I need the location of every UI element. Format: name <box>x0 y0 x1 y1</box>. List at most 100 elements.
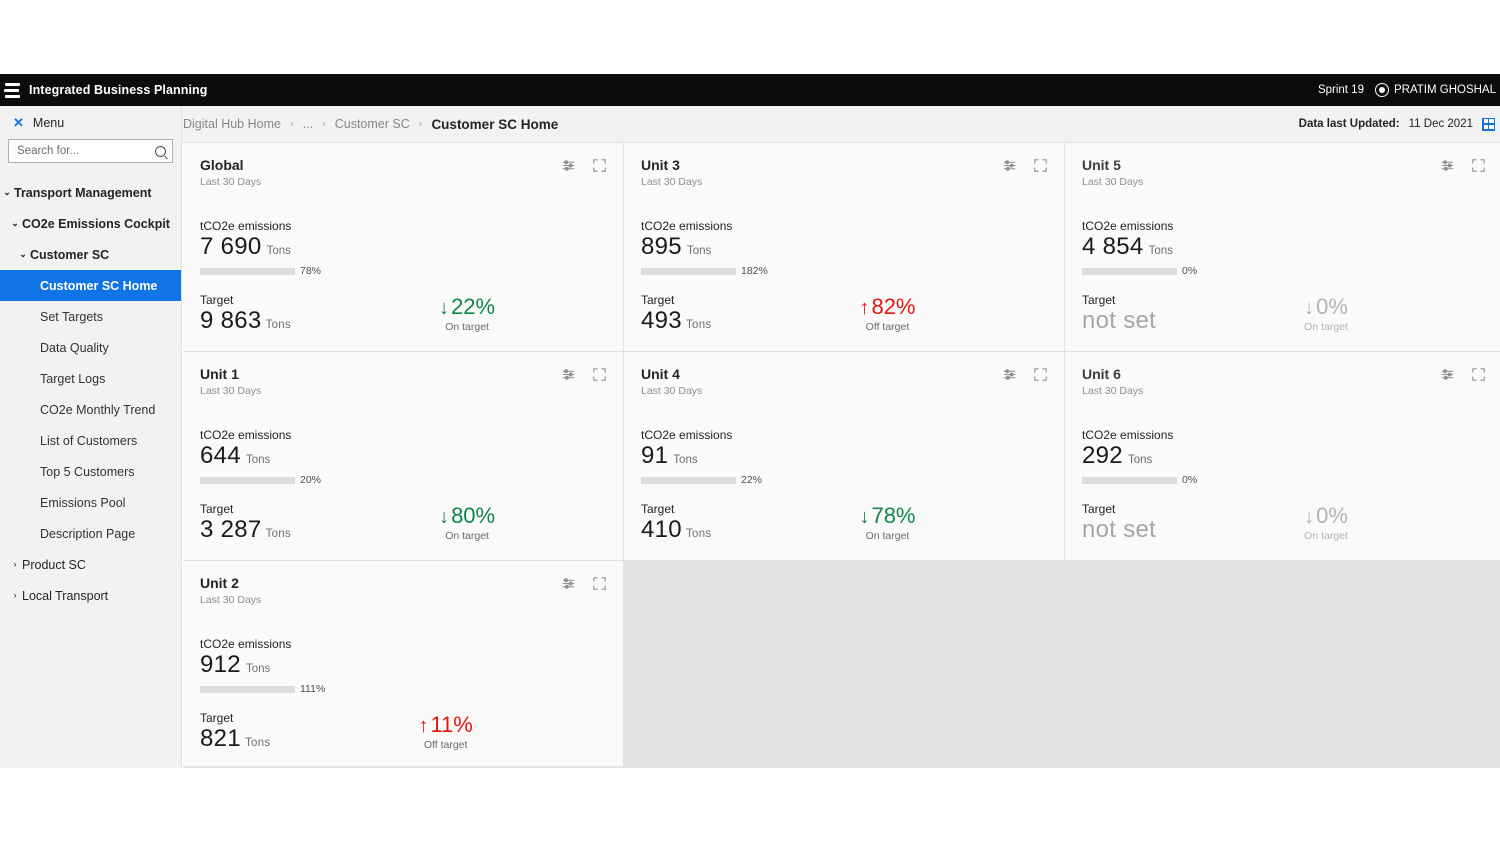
sidebar-item-customer-sc-home[interactable]: Customer SC Home <box>0 270 181 301</box>
target-number: 493 <box>641 307 682 334</box>
delta-value: ↑82% <box>859 295 915 319</box>
emissions-value-row: 4 854 Tons <box>1082 234 1485 260</box>
target-block: Targetnot set <box>1082 293 1156 334</box>
progress-percent: 0% <box>1182 474 1197 486</box>
metric-card-unit-5: Unit 5Last 30 DaystCO2e emissions4 854To… <box>1065 143 1500 351</box>
emissions-unit: Tons <box>1128 454 1152 466</box>
chevron-down-icon: ⌄ <box>16 250 30 259</box>
target-value: 3 287Tons <box>200 517 291 543</box>
target-row: Target410Tons ↓78%On target <box>641 502 1047 543</box>
sidebar-item-top-5-customers[interactable]: Top 5 Customers <box>0 456 181 487</box>
expand-fullscreen-icon[interactable] <box>1472 159 1485 172</box>
settings-sliders-icon[interactable] <box>1441 159 1454 172</box>
delta-block: ↓78%On target <box>859 502 915 542</box>
target-block: Target410Tons <box>641 502 711 543</box>
breadcrumb-item-0[interactable]: Digital Hub Home <box>183 117 281 131</box>
target-number: 9 863 <box>200 307 262 334</box>
expand-fullscreen-icon[interactable] <box>593 368 606 381</box>
card-title: Unit 1 <box>200 366 261 382</box>
arrow-up-icon: ↑ <box>859 297 869 319</box>
sidebar-item-emissions-pool[interactable]: Emissions Pool <box>0 487 181 518</box>
target-label: Target <box>200 502 291 516</box>
delta-block: ↑82%Off target <box>859 293 915 333</box>
breadcrumb-item-1[interactable]: ... <box>303 117 313 131</box>
data-updated-label: Data last Updated: <box>1299 118 1400 130</box>
arrow-down-icon: ↓ <box>859 506 869 528</box>
sidebar-item-product-sc[interactable]: ›Product SC <box>0 549 181 580</box>
settings-sliders-icon[interactable] <box>1003 368 1016 381</box>
expand-fullscreen-icon[interactable] <box>1472 368 1485 381</box>
header-right-group: Sprint 19 PRATIM GHOSHAL <box>1318 83 1500 97</box>
sidebar-item-label: Local Transport <box>22 589 108 603</box>
sidebar-item-co2e-monthly-trend[interactable]: CO2e Monthly Trend <box>0 394 181 425</box>
sidebar-item-target-logs[interactable]: Target Logs <box>0 363 181 394</box>
target-block: Targetnot set <box>1082 502 1156 543</box>
settings-sliders-icon[interactable] <box>562 577 575 590</box>
target-value: 821Tons <box>200 726 270 752</box>
sidebar-item-list-of-customers[interactable]: List of Customers <box>0 425 181 456</box>
sidebar-item-data-quality[interactable]: Data Quality <box>0 332 181 363</box>
target-unit: Tons <box>686 528 712 540</box>
progress-percent: 22% <box>741 474 762 486</box>
sidebar-item-co2e-emissions-cockpit[interactable]: ⌄CO2e Emissions Cockpit <box>0 208 181 239</box>
emissions-label: tCO2e emissions <box>200 219 606 233</box>
grid-view-icon[interactable] <box>1482 118 1495 131</box>
target-value: 493 Tons <box>641 308 711 334</box>
card-actions <box>562 366 606 381</box>
chevron-down-icon: ⌄ <box>8 219 22 228</box>
card-actions <box>1003 366 1047 381</box>
progress-row: 0% <box>1082 265 1485 277</box>
target-unit: Tons <box>266 528 292 540</box>
user-menu[interactable]: PRATIM GHOSHAL <box>1375 83 1496 97</box>
search-input[interactable] <box>15 144 155 158</box>
sidebar-item-label: CO2e Emissions Cockpit <box>22 217 170 231</box>
arrow-down-icon: ↓ <box>439 506 449 528</box>
settings-sliders-icon[interactable] <box>562 159 575 172</box>
target-unit: Tons <box>686 319 712 331</box>
settings-sliders-icon[interactable] <box>1441 368 1454 381</box>
search-box[interactable] <box>8 139 173 163</box>
emissions-value: 4 854 <box>1082 234 1144 260</box>
emissions-unit: Tons <box>246 663 270 675</box>
settings-sliders-icon[interactable] <box>1003 159 1016 172</box>
progress-bar <box>1082 477 1177 484</box>
target-unit: Tons <box>245 737 271 749</box>
expand-fullscreen-icon[interactable] <box>1034 368 1047 381</box>
sidebar-item-set-targets[interactable]: Set Targets <box>0 301 181 332</box>
card-title-group: Unit 6Last 30 Days <box>1082 366 1143 397</box>
sidebar-item-description-page[interactable]: Description Page <box>0 518 181 549</box>
target-label: Target <box>641 502 711 516</box>
delta-note: On target <box>859 530 915 542</box>
card-period: Last 30 Days <box>200 594 261 606</box>
sidebar-item-customer-sc[interactable]: ⌄Customer SC <box>0 239 181 270</box>
delta-value: ↓0% <box>1304 504 1348 528</box>
breadcrumb-item-2[interactable]: Customer SC <box>335 117 410 131</box>
close-icon[interactable]: ✕ <box>13 116 24 129</box>
delta-value: ↓0% <box>1304 295 1348 319</box>
expand-fullscreen-icon[interactable] <box>593 159 606 172</box>
delta-note: On target <box>1304 530 1348 542</box>
card-title-group: GlobalLast 30 Days <box>200 157 261 188</box>
delta-note: On target <box>439 530 495 542</box>
emissions-unit: Tons <box>687 245 711 257</box>
settings-sliders-icon[interactable] <box>562 368 575 381</box>
progress-bar <box>641 268 736 275</box>
expand-fullscreen-icon[interactable] <box>593 577 606 590</box>
sidebar-item-local-transport[interactable]: ›Local Transport <box>0 580 181 611</box>
sidebar-item-transport-management[interactable]: ⌄Transport Management <box>0 177 181 208</box>
progress-bar <box>1082 268 1177 275</box>
sidebar-item-label: Data Quality <box>40 341 109 355</box>
menu-toggle[interactable]: ✕ Menu <box>0 106 181 139</box>
emissions-unit: Tons <box>1149 245 1173 257</box>
progress-row: 0% <box>1082 474 1485 486</box>
delta-note: On target <box>1304 321 1348 333</box>
progress-percent: 111% <box>300 683 325 695</box>
progress-percent: 0% <box>1182 265 1197 277</box>
metric-card-unit-3: Unit 3Last 30 DaystCO2e emissions895Tons… <box>624 143 1064 351</box>
sidebar-item-label: Set Targets <box>40 310 103 324</box>
dashboard-card-grid: GlobalLast 30 DaystCO2e emissions7 690To… <box>183 143 1500 768</box>
card-period: Last 30 Days <box>641 176 702 188</box>
emissions-label: tCO2e emissions <box>200 637 606 651</box>
expand-fullscreen-icon[interactable] <box>1034 159 1047 172</box>
progress-bar <box>200 268 295 275</box>
